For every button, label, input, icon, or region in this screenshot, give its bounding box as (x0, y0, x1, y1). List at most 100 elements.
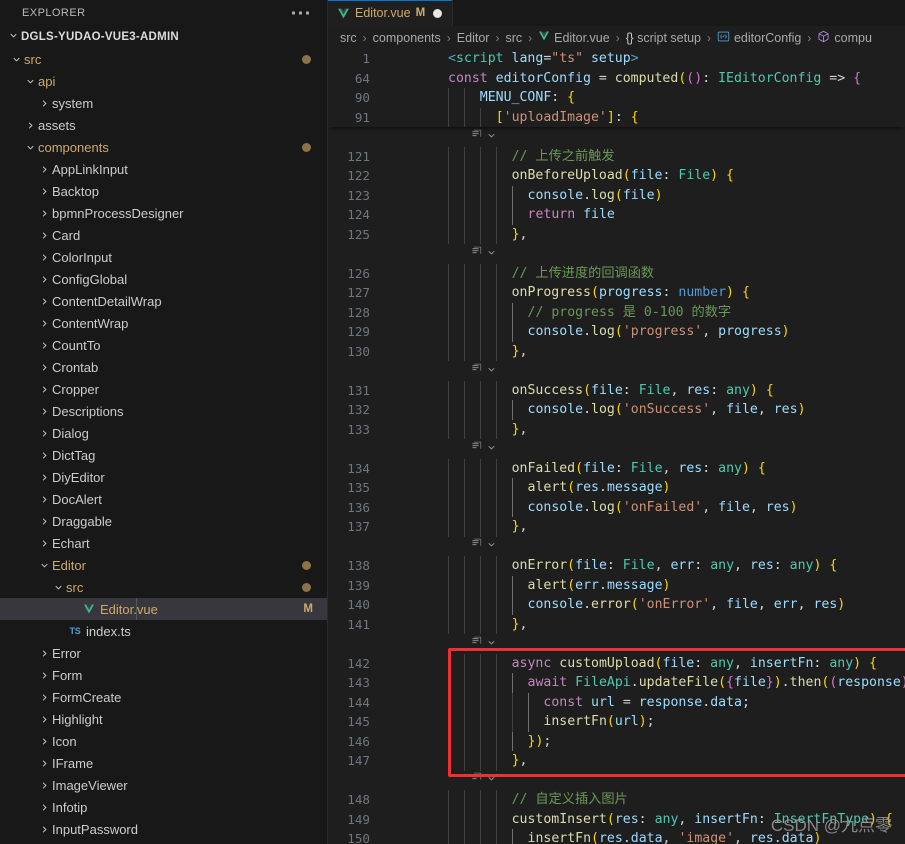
chevron-right-icon[interactable] (36, 494, 52, 505)
code-line[interactable]: 135 alert(res.message) (328, 478, 905, 498)
chevron-down-icon[interactable] (486, 128, 497, 146)
collapsed-region-marker[interactable] (328, 127, 905, 147)
tree-item-icon[interactable]: Icon (0, 730, 327, 752)
code-line[interactable]: 141}, (328, 614, 905, 634)
chevron-right-icon[interactable] (36, 450, 52, 461)
code-line[interactable]: 142 async customUpload(file: any, insertF… (328, 653, 905, 673)
tree-item-echart[interactable]: Echart (0, 532, 327, 554)
code-line[interactable]: 136 console.log('onFailed', file, res) (328, 497, 905, 517)
tree-item-bpmnprocessdesigner[interactable]: bpmnProcessDesigner (0, 202, 327, 224)
chevron-right-icon[interactable] (36, 516, 52, 527)
code-line[interactable]: 143 await FileApi.updateFile({file}).then… (328, 673, 905, 693)
code-line[interactable]: 127 onProgress(progress: number) { (328, 283, 905, 303)
code-line[interactable]: 145 insertFn(url); (328, 712, 905, 732)
code-line[interactable]: 64 const editorConfig = computed((): IEdi… (328, 69, 905, 89)
chevron-right-icon[interactable] (36, 318, 52, 329)
chevron-right-icon[interactable] (36, 98, 52, 109)
chevron-right-icon[interactable] (36, 428, 52, 439)
code-line[interactable]: 121 // 上传之前触发 (328, 146, 905, 166)
chevron-down-icon[interactable] (486, 245, 497, 263)
chevron-right-icon[interactable] (36, 692, 52, 703)
tree-item-dialog[interactable]: Dialog (0, 422, 327, 444)
code-content[interactable]: 121 // 上传之前触发 122 onBeforeUpload(file: File… (328, 127, 905, 844)
code-line[interactable]: 128 // progress 是 0-100 的数字 (328, 302, 905, 322)
breadcrumb-item-compu[interactable]: compu (817, 30, 872, 46)
chevron-down-icon[interactable] (486, 537, 497, 555)
collapsed-region-marker[interactable] (328, 771, 905, 791)
tree-item-imageviewer[interactable]: ImageViewer (0, 774, 327, 796)
tree-item-draggable[interactable]: Draggable (0, 510, 327, 532)
chevron-right-icon[interactable] (22, 120, 38, 131)
chevron-down-icon[interactable] (486, 771, 497, 789)
code-line[interactable]: 122 onBeforeUpload(file: File) { (328, 166, 905, 186)
tree-item-contentwrap[interactable]: ContentWrap (0, 312, 327, 334)
chevron-right-icon[interactable] (36, 384, 52, 395)
code-line[interactable]: 90 MENU_CONF: { (328, 88, 905, 108)
breadcrumb-item-src[interactable]: src (505, 31, 522, 45)
chevron-right-icon[interactable] (36, 780, 52, 791)
code-line[interactable]: 125}, (328, 224, 905, 244)
chevron-down-icon[interactable] (8, 54, 24, 65)
chevron-right-icon[interactable] (36, 208, 52, 219)
code-line[interactable]: 1 <script lang="ts" setup> (328, 49, 905, 69)
tree-item-contentdetailwrap[interactable]: ContentDetailWrap (0, 290, 327, 312)
code-line[interactable]: 126 // 上传进度的回调函数 (328, 263, 905, 283)
chevron-right-icon[interactable] (36, 296, 52, 307)
code-line[interactable]: 91 ['uploadImage']: { (328, 107, 905, 127)
chevron-right-icon[interactable] (36, 714, 52, 725)
tree-item-index-ts[interactable]: TS index.ts (0, 620, 327, 642)
code-line[interactable]: 149 customInsert(res: any, insertFn: Inse… (328, 809, 905, 829)
tree-item-diyeditor[interactable]: DiyEditor (0, 466, 327, 488)
tree-item-iframe[interactable]: IFrame (0, 752, 327, 774)
tree-item-api[interactable]: api (0, 70, 327, 92)
tree-item-inputpassword[interactable]: InputPassword (0, 818, 327, 840)
breadcrumb-item-src[interactable]: src (340, 31, 357, 45)
tree-item-descriptions[interactable]: Descriptions (0, 400, 327, 422)
chevron-right-icon[interactable] (36, 230, 52, 241)
chevron-right-icon[interactable] (36, 406, 52, 417)
tree-item-form[interactable]: Form (0, 664, 327, 686)
tree-item-dicttag[interactable]: DictTag (0, 444, 327, 466)
tree-item-docalert[interactable]: DocAlert (0, 488, 327, 510)
tree-item-editor-vue[interactable]: Editor.vue M (0, 598, 327, 620)
workspace-root-row[interactable]: DGLS-YUDAO-VUE3-ADMIN (0, 26, 327, 48)
chevron-down-icon[interactable] (36, 560, 52, 571)
tree-item-colorinput[interactable]: ColorInput (0, 246, 327, 268)
breadcrumb-item-editor[interactable]: Editor (457, 31, 490, 45)
chevron-down-icon[interactable] (50, 582, 66, 593)
tree-item-card[interactable]: Card (0, 224, 327, 246)
collapsed-region-marker[interactable] (328, 439, 905, 459)
code-line[interactable]: 130}, (328, 341, 905, 361)
tree-item-countto[interactable]: CountTo (0, 334, 327, 356)
chevron-right-icon[interactable] (36, 340, 52, 351)
tree-item-formcreate[interactable]: FormCreate (0, 686, 327, 708)
chevron-right-icon[interactable] (36, 472, 52, 483)
tree-item-applinkinput[interactable]: AppLinkInput (0, 158, 327, 180)
chevron-right-icon[interactable] (36, 670, 52, 681)
code-line[interactable]: 123 console.log(file) (328, 185, 905, 205)
dirty-dot-icon[interactable] (433, 8, 443, 18)
chevron-right-icon[interactable] (36, 252, 52, 263)
chevron-right-icon[interactable] (36, 758, 52, 769)
code-line[interactable]: 146}); (328, 731, 905, 751)
chevron-down-icon[interactable] (486, 362, 497, 380)
tree-item-error[interactable]: Error (0, 642, 327, 664)
code-line[interactable]: 132 console.log('onSuccess', file, res) (328, 400, 905, 420)
chevron-right-icon[interactable] (36, 648, 52, 659)
code-line[interactable]: 144 const url = response.data; (328, 692, 905, 712)
chevron-down-icon[interactable] (486, 635, 497, 653)
collapsed-region-marker[interactable] (328, 361, 905, 381)
code-line[interactable]: 134 onFailed(file: File, res: any) { (328, 458, 905, 478)
chevron-down-icon[interactable] (22, 76, 38, 87)
code-line[interactable]: 150 insertFn(res.data, 'image', res.data) (328, 829, 905, 844)
tree-item-crontab[interactable]: Crontab (0, 356, 327, 378)
tree-item-components[interactable]: components (0, 136, 327, 158)
tree-item-system[interactable]: system (0, 92, 327, 114)
code-line[interactable]: 138 onError(file: File, err: any, res: an… (328, 556, 905, 576)
code-line[interactable]: 129 console.log('progress', progress) (328, 322, 905, 342)
collapsed-region-marker[interactable] (328, 634, 905, 654)
tree-item-src[interactable]: src (0, 48, 327, 70)
tree-item-editor[interactable]: Editor (0, 554, 327, 576)
tree-item-configglobal[interactable]: ConfigGlobal (0, 268, 327, 290)
tab-editor-vue[interactable]: Editor.vue M (328, 0, 454, 26)
